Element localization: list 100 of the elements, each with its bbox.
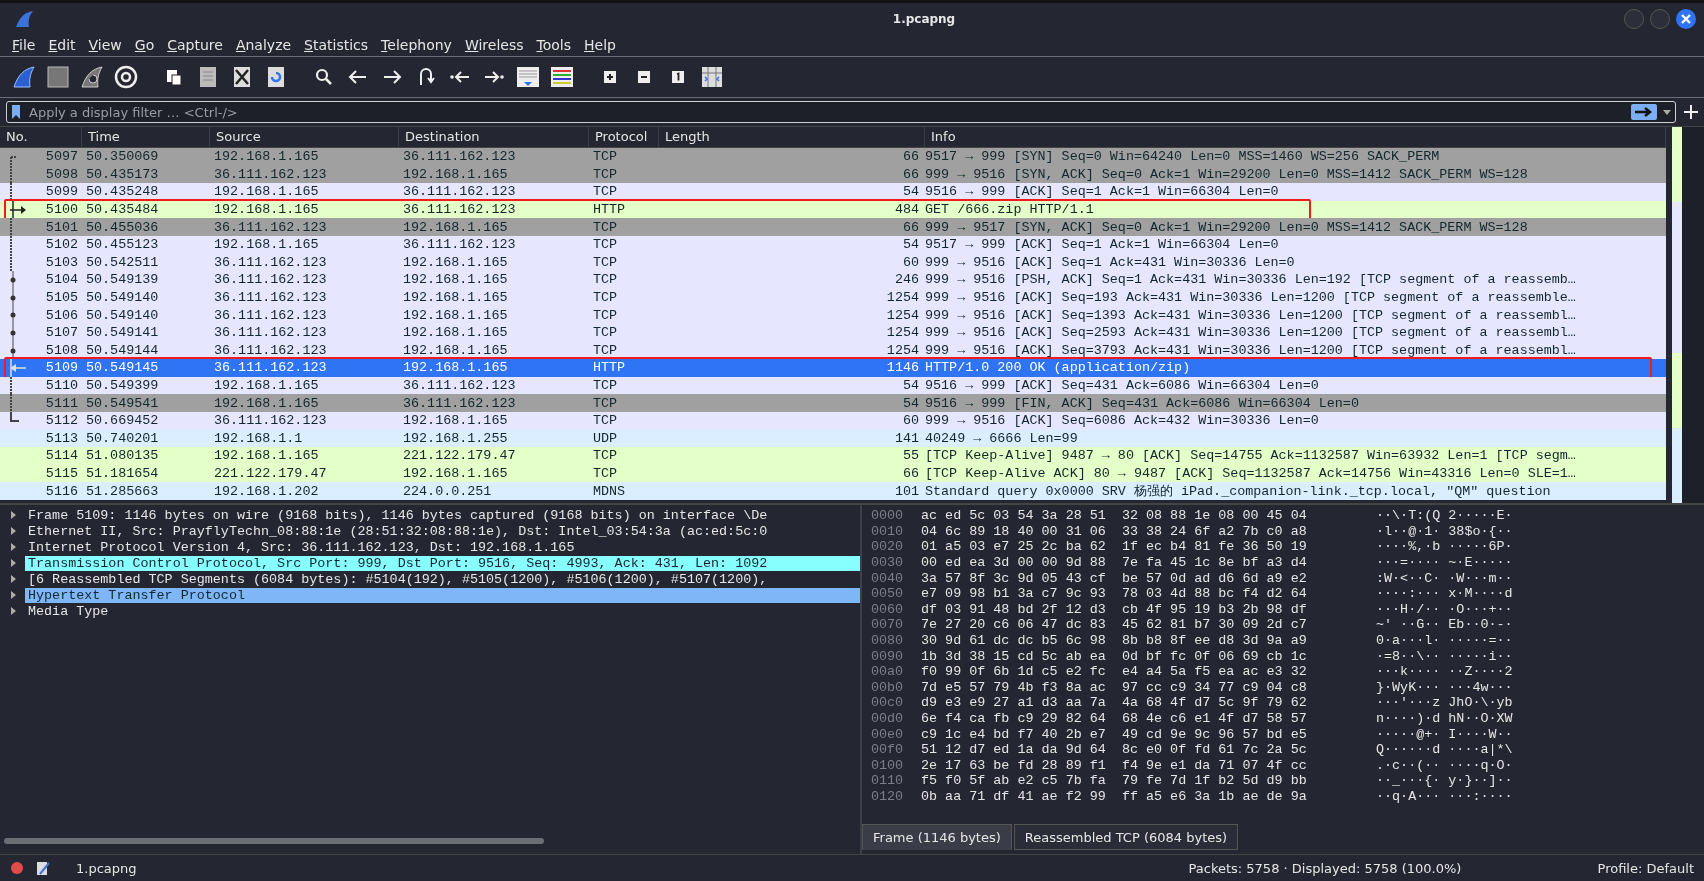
packet-time: 50.435248 [85,184,160,200]
packet-length: 54 [901,184,920,200]
bytes-tab[interactable]: Frame (1146 bytes) [862,824,1012,850]
packet-row[interactable]: 5097 50.350069 192.168.1.165 36.111.162.123 TCP 66 9517 → 999 [SYN] Seq=0 Win=64240 Len=0 MSS=1460 WS=256 SACK_PERM [0,148,1666,166]
hex-bytes: 30 9d 61 dc dc b5 6c 98 8b b8 8f ee d8 3d 9a a9 [921,633,1308,649]
expander-icon[interactable] [9,543,17,551]
packet-source: 36.111.162.123 [213,219,328,235]
packet-row[interactable]: 5106 50.549140 36.111.162.123 192.168.1.165 TCP 1254 999 → 9516 [ACK] Seq=1393 Ack=431 Win=30336 Len=1200 [TCP segment of a reassembl… [0,306,1666,324]
packet-number: 5100 [44,202,79,218]
dropdown-caret-icon[interactable] [1663,109,1671,115]
stop-icon[interactable] [46,65,70,89]
packet-time: 50.549140 [85,290,160,306]
notepad-icon[interactable] [36,860,50,876]
colorize-icon[interactable] [550,65,574,89]
packet-protocol: MDNS [592,483,627,499]
packet-info: 999 → 9516 [SYN, ACK] Seq=0 Ack=1 Win=29200 Len=0 MSS=1412 SACK_PERM WS=128 [925,166,1529,182]
expander-icon[interactable] [9,511,17,519]
column-header[interactable]: Source [210,127,399,147]
menu-item[interactable]: Edit [48,37,76,53]
menu-item[interactable]: File [12,37,36,53]
scroll-icon[interactable] [516,65,540,89]
packet-row[interactable]: 5101 50.455036 36.111.162.123 192.168.1.165 TCP 66 999 → 9517 [SYN, ACK] Seq=0 Ack=1 Win=29200 Len=0 MSS=1412 SACK_PERM WS=128 [0,218,1666,236]
menu-item[interactable]: Telephony [381,37,452,53]
hex-bytes: 01 a5 03 e7 25 2c ba 62 1f ec b4 81 fe 36 50 19 [921,539,1308,555]
menu-item[interactable]: Analyze [235,37,292,53]
byte-offset: 0040 [870,570,905,586]
packet-row[interactable]: 5104 50.549139 36.111.162.123 192.168.1.165 TCP 246 999 → 9516 [PSH, ACK] Seq=1 Ack=431 Win=30336 Len=192 [TCP segment of a reassemb… [0,271,1666,289]
filter-input[interactable]: Apply a display filter … <Ctrl-/> [27,103,1625,121]
expander-icon[interactable] [9,559,17,567]
status-dot-icon[interactable] [10,861,24,875]
packet-destination: 192.168.1.165 [402,254,509,270]
menu-item[interactable]: View [88,37,122,53]
column-header[interactable]: No. [0,127,82,147]
packet-source: 192.168.1.1 [213,430,304,446]
fin-icon[interactable] [12,65,36,89]
packet-length: 1146 [885,360,920,376]
tree-item[interactable]: Frame 5109: 1146 bytes on wire (9168 bits), 1146 bytes captured (9168 bits) on interface \De [0,507,860,523]
display-filter-field[interactable]: Apply a display filter … <Ctrl-/> [6,101,1676,123]
packet-number: 5107 [44,325,79,341]
packet-number: 5104 [44,272,79,288]
packet-number: 5103 [44,254,79,270]
tree-item[interactable]: Internet Protocol Version 4, Src: 36.111.162.123, Dst: 192.168.1.165 [0,539,860,555]
packet-destination: 36.111.162.123 [402,202,517,218]
profile-label[interactable]: Profile: Default [1597,860,1694,876]
packet-time: 50.549145 [85,360,160,376]
capture-file-name: 1.pcapng [76,860,137,876]
packet-number: 5109 [44,360,79,376]
column-header[interactable]: Destination [399,127,589,147]
packet-destination: 192.168.1.165 [402,290,509,306]
byte-offset: 00c0 [870,695,905,711]
packet-row[interactable]: 5099 50.435248 192.168.1.165 36.111.162.123 TCP 54 9516 → 999 [ACK] Seq=1 Ack=1 Win=66304 Len=0 [0,183,1666,201]
add-icon[interactable] [1684,105,1698,119]
resize-icon[interactable] [700,65,724,89]
packet-row[interactable]: 5100 50.435484 192.168.1.165 36.111.162.123 HTTP 484 GET /666.zip HTTP/1.1 [0,200,1666,219]
tree-item[interactable]: Ethernet II, Src: PrayflyTechn_08:88:1e (28:51:32:08:88:1e), Dst: Intel_03:54:3a (ac:ed:5c:0 [0,523,860,539]
byte-offset: 0020 [870,539,905,555]
byte-offset: 00f0 [870,742,905,758]
close-icon[interactable] [1676,8,1696,29]
packet-length: 141 [893,430,920,446]
expander-icon[interactable] [9,607,17,615]
packet-destination: 192.168.1.165 [402,466,509,481]
menu-item[interactable]: Capture [167,37,223,53]
packet-row[interactable]: 5116 51.285663 192.168.1.202 224.0.0.251 MDNS 101 Standard query 0x0000 SRV 杨强的 iPad._companion-link._tcp.local, "QM" question [0,482,1666,500]
expander-icon[interactable] [9,527,17,535]
packet-length: 54 [901,237,920,253]
tree-item[interactable]: Media Type [0,603,860,619]
packet-time: 50.435484 [85,202,160,218]
packet-length: 101 [893,483,920,499]
packet-info: 9516 → 999 [ACK] Seq=1 Ack=1 Win=66304 Len=0 [925,184,1280,200]
packet-row[interactable]: 5109 50.549145 36.111.162.123 192.168.1.165 HTTP 1146 HTTP/1.0 200 OK (application/zip) [0,359,1666,377]
menu-item[interactable]: Tools [536,37,571,53]
column-header[interactable]: Protocol [589,127,659,147]
column-header[interactable]: Length [659,127,925,147]
bookmark-icon[interactable] [11,104,21,120]
packet-number: 5113 [44,430,79,446]
packet-destination: 36.111.162.123 [402,184,517,200]
arrow-icon [10,200,26,219]
packet-info: [TCP Keep-Alive ACK] 80 → 9487 [ACK] Seq=1132587 Ack=14756 Win=43316 Len=0 SLE=1… [925,466,1577,481]
scrollbar-thumb[interactable] [4,838,544,844]
tree-item[interactable]: [6 Reassembled TCP Segments (6084 bytes): #5104(192), #5105(1200), #5106(1200), #5107(1200), [0,571,860,587]
hex-bytes: e7 09 98 b1 3a c7 9c 93 78 03 4d 88 bc f4 d2 64 [921,586,1308,602]
packet-destination: 192.168.1.165 [402,325,509,341]
packet-number: 5106 [44,307,79,323]
expander-icon[interactable] [9,575,17,583]
packet-length: 66 [901,149,920,165]
menu-item[interactable]: Help [584,37,616,53]
packet-row[interactable]: 5111 50.549541 192.168.1.165 36.111.162.123 TCP 54 9516 → 999 [FIN, ACK] Seq=431 Ack=6086 Win=66304 Len=0 [0,394,1666,412]
gear-icon[interactable] [114,65,138,89]
menu-item[interactable]: Go [134,37,155,53]
restart-icon[interactable] [80,65,104,89]
bytes-tab[interactable]: Reassembled TCP (6084 bytes) [1013,824,1239,850]
menu-item[interactable]: Statistics [304,37,369,53]
packet-row[interactable]: 5114 51.080135 192.168.1.165 221.122.179.47 TCP 55 [TCP Keep-Alive] 9487 → 80 [ACK] Seq=14755 Ack=1132587 Win=63932 Len=1 [TCP segm… [0,447,1666,465]
menu-item[interactable]: Wireless [464,37,524,53]
ascii-bytes: 0·a···l· ·····=·· [1376,633,1513,649]
expander-icon[interactable] [9,591,17,599]
packet-length: 60 [901,254,920,270]
hex-bytes: ac ed 5c 03 54 3a 28 51 32 08 88 1e 08 00 45 04 [921,508,1308,524]
packet-protocol: TCP [592,325,619,341]
column-header[interactable]: Time [82,127,210,147]
